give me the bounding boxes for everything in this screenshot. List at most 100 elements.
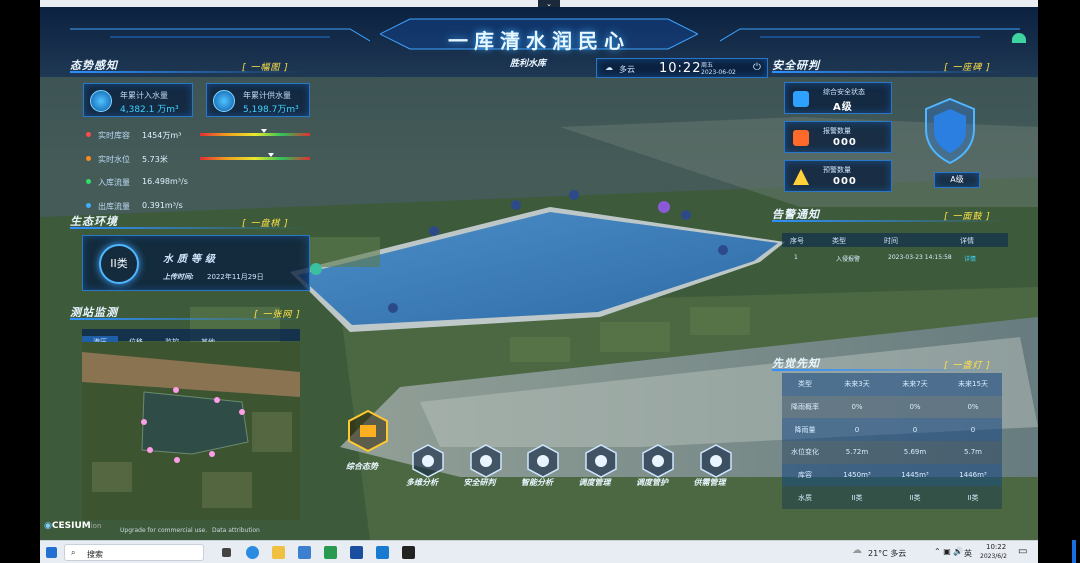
forecast-cell: 0 bbox=[828, 418, 886, 442]
app-icon-active[interactable] bbox=[376, 546, 389, 559]
module-overview-button[interactable] bbox=[347, 409, 389, 453]
safety-item-label: 预警数量 bbox=[823, 166, 851, 174]
module-maintenance-button[interactable] bbox=[640, 443, 676, 479]
unreal-engine-icon[interactable] bbox=[402, 546, 415, 559]
taskbar-time[interactable]: 10:22 bbox=[986, 543, 1006, 551]
forecast-cell: 0% bbox=[886, 395, 944, 419]
weekday: 周五 bbox=[701, 62, 714, 69]
module-supply-demand-label: 供需管理 bbox=[693, 478, 726, 487]
alarm-cell: 1 bbox=[794, 254, 798, 261]
metric-status-dot bbox=[86, 132, 91, 137]
taskbar-search-text: 搜索 bbox=[87, 550, 103, 559]
page-title: 一库清水润民心 bbox=[448, 29, 630, 53]
forecast-cell: 0% bbox=[828, 395, 886, 419]
app-icon-green[interactable] bbox=[324, 546, 337, 559]
power-icon[interactable]: ⏻ bbox=[753, 62, 761, 73]
weather-text: 多云 bbox=[619, 65, 635, 74]
situation-tag: [ 一幅图 ] bbox=[242, 63, 289, 73]
annual-inflow-card: 年累计入水量 4,382.1 万m³ bbox=[83, 83, 193, 117]
dashboard-frame: 一库清水润民心 胜利水库 ☁ 多云 10:22 周五 2023-06-02 ⏻ … bbox=[40, 7, 1038, 540]
metric-value: 0.391m³/s bbox=[142, 200, 183, 210]
annual-inflow-label: 年累计入水量 bbox=[120, 91, 168, 100]
gauge-marker-icon bbox=[260, 129, 267, 133]
metric-value: 5.73米 bbox=[142, 154, 168, 164]
alarm-cell: 入侵报警 bbox=[836, 256, 861, 263]
windows-taskbar: ⌕ 搜索 ☁ 21°C 多云 ⌃ ▣ 🔊 英 10:22 2023/6/2 ▭ bbox=[40, 540, 1038, 563]
module-dispatch-management-button[interactable] bbox=[583, 443, 619, 479]
module-overview-label: 综合态势 bbox=[346, 462, 378, 471]
monitor-tag: [ 一张网 ] bbox=[254, 310, 301, 320]
forecast-row: 类型 未来3天 未来7天 未来15天 bbox=[782, 373, 1002, 396]
forecast-tag: [ 一盏灯 ] bbox=[944, 361, 991, 371]
metric-label: 实时库容 bbox=[98, 131, 130, 140]
forecast-table: 类型 未来3天 未来7天 未来15天 降雨概率 0% 0% 0% 降雨量 0 0 0 水位变化 5.72m… bbox=[782, 373, 1002, 510]
forecast-cell: 降雨量 bbox=[782, 418, 828, 442]
cesium-upgrade-notice[interactable]: Upgrade for commercial use. bbox=[120, 527, 207, 534]
input-language[interactable]: 英 bbox=[964, 548, 972, 559]
alarm-bell-icon bbox=[793, 130, 809, 146]
warning-triangle-icon bbox=[793, 169, 809, 185]
tray-icons[interactable]: ⌃ ▣ 🔊 bbox=[934, 547, 963, 556]
alarm-column-header: 类型 bbox=[832, 237, 846, 245]
search-icon: ⌕ bbox=[71, 548, 76, 557]
forecast-cell: 1450m³ bbox=[828, 463, 886, 487]
taskbar-weather[interactable]: 21°C 多云 bbox=[868, 548, 906, 559]
store-icon[interactable] bbox=[298, 546, 311, 559]
forecast-cell: 水位变化 bbox=[782, 441, 828, 464]
forecast-cell: 1445m³ bbox=[886, 463, 944, 487]
taskbar-search-box[interactable]: ⌕ 搜索 bbox=[64, 544, 204, 561]
data-attribution-link[interactable]: Data attribution bbox=[212, 527, 260, 534]
module-safety-judgement-button[interactable] bbox=[468, 443, 504, 479]
metric-label: 出库流量 bbox=[98, 201, 130, 211]
forecast-cell: II类 bbox=[944, 486, 1002, 510]
cesium-logo[interactable]: ◉CESIUMion bbox=[44, 521, 101, 531]
module-dispatch-management-label: 调度管理 bbox=[578, 478, 611, 487]
date: 2023-06-02 bbox=[701, 69, 736, 76]
alarm-column-header: 时间 bbox=[884, 237, 898, 245]
alarm-tag: [ 一面鼓 ] bbox=[944, 212, 991, 222]
forecast-cell: 未来15天 bbox=[944, 373, 1002, 396]
annual-supply-card: 年累计供水量 5,198.7万m³ bbox=[206, 83, 310, 117]
app-icon-blue[interactable] bbox=[350, 546, 363, 559]
forecast-cell: 5.72m bbox=[828, 441, 886, 464]
users-icon bbox=[584, 444, 617, 478]
safety-status-card: 报警数量 000 bbox=[784, 121, 892, 153]
forecast-row: 库容 1450m³ 1445m³ 1446m³ bbox=[782, 463, 1002, 487]
module-multi-analysis-button[interactable] bbox=[410, 443, 446, 479]
forecast-cell: II类 bbox=[828, 486, 886, 510]
title-wing-left bbox=[70, 28, 370, 42]
file-explorer-icon[interactable] bbox=[272, 546, 285, 559]
safety-item-label: 报警数量 bbox=[823, 127, 851, 135]
alarm-row[interactable]: 1 入侵报警 2023-03-23 14:15:58 详情 bbox=[782, 251, 1008, 265]
shield-check-icon bbox=[793, 91, 809, 107]
windows-start-icon[interactable] bbox=[46, 547, 57, 558]
water-quality-grade-badge: II类 bbox=[99, 244, 139, 284]
annual-supply-value: 5,198.7万m³ bbox=[243, 105, 299, 115]
safety-status-card: 预警数量 000 bbox=[784, 160, 892, 192]
alarm-detail-link[interactable]: 详情 bbox=[964, 254, 976, 263]
upload-time-value: 2022年11月29日 bbox=[207, 273, 264, 281]
shield-icon bbox=[469, 444, 502, 478]
water-drop-icon bbox=[699, 444, 732, 478]
task-view-icon[interactable] bbox=[222, 548, 231, 557]
time-weather-bar: ☁ 多云 10:22 周五 2023-06-02 ⏻ bbox=[596, 58, 768, 78]
metric-label: 入库流量 bbox=[98, 178, 130, 187]
flag-icon bbox=[527, 444, 559, 478]
notification-icon[interactable]: ▭ bbox=[1018, 546, 1027, 557]
annual-inflow-value: 4,382.1 万m³ bbox=[120, 105, 179, 115]
metric-label: 实时水位 bbox=[98, 154, 130, 164]
safety-item-value: 000 bbox=[833, 137, 857, 148]
home-icon[interactable] bbox=[1012, 33, 1026, 43]
module-smart-analysis-button[interactable] bbox=[525, 443, 561, 479]
camera-icon bbox=[642, 444, 674, 478]
forecast-cell: 5.69m bbox=[886, 441, 944, 464]
weather-icon: ☁ bbox=[605, 63, 613, 72]
alarm-column-header: 详情 bbox=[960, 237, 974, 245]
edge-browser-icon[interactable] bbox=[246, 546, 259, 559]
module-supply-demand-button[interactable] bbox=[698, 443, 734, 479]
monitor-satellite-map[interactable] bbox=[82, 342, 300, 520]
forecast-cell: II类 bbox=[886, 486, 944, 510]
taskbar-date[interactable]: 2023/6/2 bbox=[980, 553, 1007, 560]
annual-supply-label: 年累计供水量 bbox=[243, 91, 291, 100]
water-quality-card: II类 水质等级 上传时间: 2022年11月29日 bbox=[82, 235, 310, 291]
